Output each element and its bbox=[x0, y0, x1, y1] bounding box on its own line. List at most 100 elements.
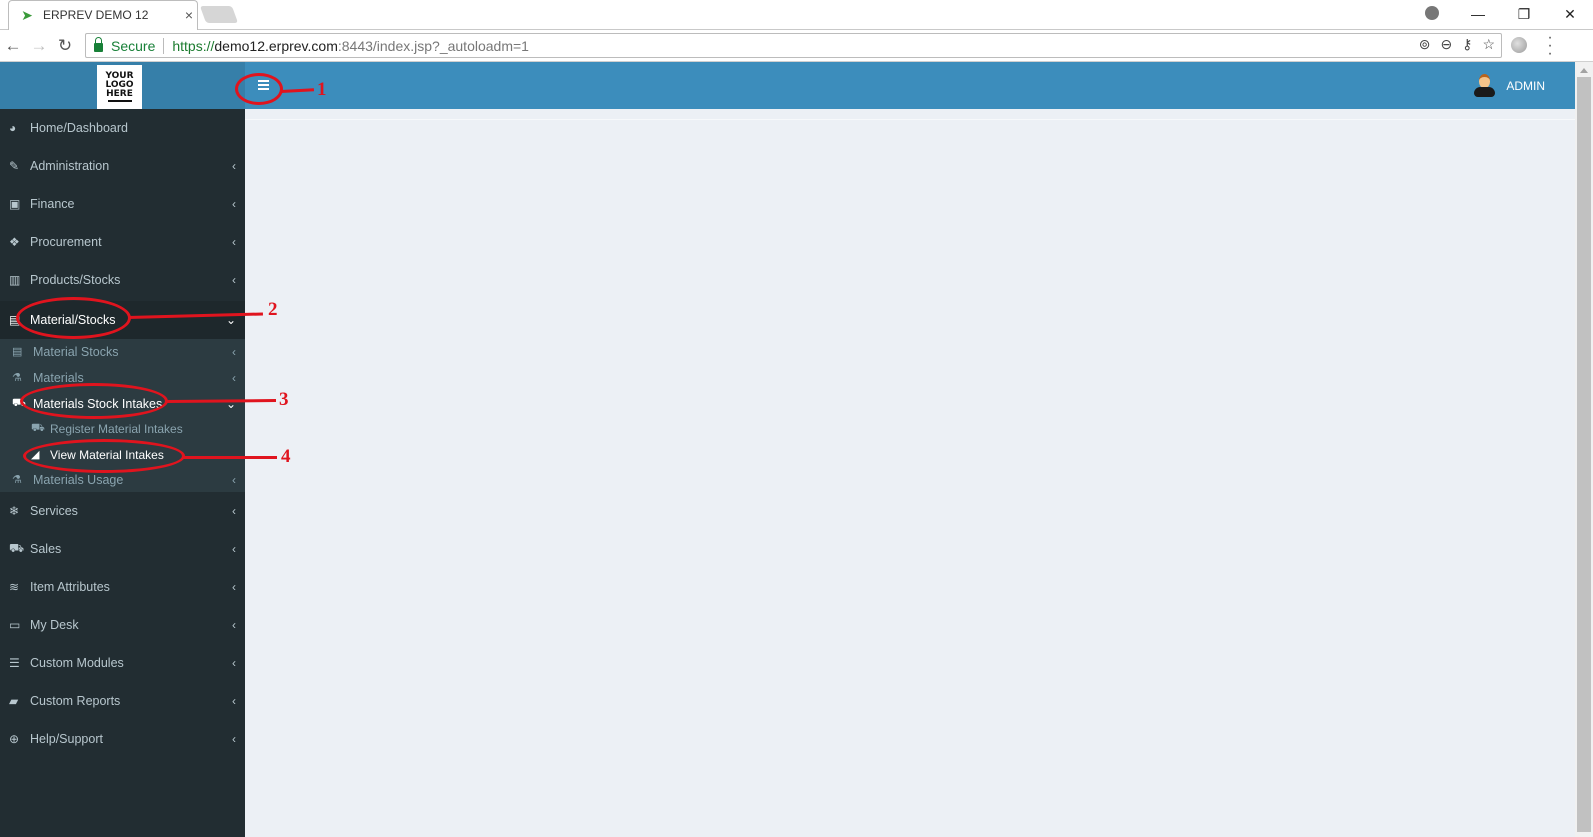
submenu-item-materials-usage[interactable]: ⚗ Materials Usage ‹ bbox=[0, 467, 245, 492]
chevron-left-icon: ‹ bbox=[232, 273, 236, 287]
new-tab-button[interactable] bbox=[199, 6, 239, 23]
chevron-left-icon: ‹ bbox=[232, 344, 236, 359]
logo-line: HERE bbox=[106, 89, 133, 99]
chevron-left-icon: ‹ bbox=[232, 580, 236, 594]
sidebar-item-label: Material/Stocks bbox=[30, 313, 116, 327]
erprev-bird-icon: ➤ bbox=[21, 7, 33, 23]
close-window-button[interactable]: ✕ bbox=[1547, 6, 1593, 23]
sidebar-item-label: Sales bbox=[30, 542, 62, 556]
sidebar-item-material-stocks[interactable]: ▤ Material/Stocks ⌄ bbox=[0, 301, 245, 339]
sidebar-item-home-dashboard[interactable]: ◕ Home/Dashboard bbox=[0, 109, 245, 147]
sidebar-item-products-stocks[interactable]: ▥ Products/Stocks ‹ bbox=[0, 261, 245, 299]
trash-bin-icon: ▤ bbox=[12, 346, 23, 358]
browser-nav-bar: ← → ↻ Secure https:// demo12.erprev.com … bbox=[0, 30, 1593, 62]
tab-close-icon[interactable]: × bbox=[181, 7, 197, 23]
submenu-item-materials[interactable]: ⚗ Materials ‹ bbox=[0, 365, 245, 390]
sidebar-item-custom-modules[interactable]: ☰ Custom Modules ‹ bbox=[0, 644, 245, 682]
profile-button[interactable] bbox=[1409, 5, 1455, 23]
url-scheme: https:// bbox=[172, 37, 215, 54]
submenu-item-label: Materials bbox=[33, 370, 84, 385]
star-icon[interactable]: ☆ bbox=[1482, 36, 1495, 53]
location-icon[interactable]: ⊚ bbox=[1419, 36, 1431, 53]
dashboard-icon: ◕ bbox=[9, 121, 17, 135]
user-avatar-icon bbox=[1474, 74, 1496, 98]
restore-button[interactable]: ❐ bbox=[1501, 6, 1547, 23]
area-chart-icon: ◢ bbox=[31, 449, 40, 461]
profile-icon bbox=[1425, 5, 1439, 20]
database-icon: ☰ bbox=[9, 656, 20, 670]
content-divider bbox=[245, 119, 1575, 120]
chevron-left-icon: ‹ bbox=[232, 472, 236, 487]
minimize-button[interactable]: — bbox=[1455, 6, 1501, 22]
submenu-item-materials-stock-intakes[interactable]: ⛟ Materials Stock Intakes ⌄ bbox=[0, 391, 245, 416]
user-menu[interactable]: ADMIN bbox=[1474, 74, 1545, 98]
money-icon: ▣ bbox=[9, 197, 21, 211]
sidebar-item-sales[interactable]: ⛟ Sales ‹ bbox=[0, 530, 245, 568]
sidebar-item-services[interactable]: ❄ Services ‹ bbox=[0, 492, 245, 530]
sidebar-item-label: Item Attributes bbox=[30, 580, 110, 594]
sidebar-toggle-button[interactable] bbox=[252, 74, 274, 96]
forward-button[interactable]: → bbox=[26, 36, 52, 56]
building-icon: ▥ bbox=[9, 273, 21, 287]
sidebar-item-my-desk[interactable]: ▭ My Desk ‹ bbox=[0, 606, 245, 644]
material-submenu: ▤ Material Stocks ‹ ⚗ Materials ‹ ⛟ Mate… bbox=[0, 339, 245, 492]
browser-menu-icon[interactable]: · · · bbox=[1545, 30, 1555, 62]
sidebar-item-finance[interactable]: ▣ Finance ‹ bbox=[0, 185, 245, 223]
chevron-left-icon: ‹ bbox=[232, 197, 236, 211]
chevron-left-icon: ‹ bbox=[232, 694, 236, 708]
scroll-up-icon[interactable] bbox=[1580, 68, 1588, 73]
submenu-item-label: View Material Intakes bbox=[50, 447, 164, 462]
zoom-out-icon[interactable]: ⊖ bbox=[1440, 36, 1452, 53]
snowflake-icon: ❄ bbox=[9, 504, 20, 518]
sidebar-item-procurement[interactable]: ❖ Procurement ‹ bbox=[0, 223, 245, 261]
cart-icon: ⛟ bbox=[9, 541, 25, 555]
logo-underline bbox=[107, 100, 132, 102]
extension-icon[interactable] bbox=[1511, 37, 1527, 53]
truck-icon: ⛟ bbox=[12, 396, 26, 409]
flask-icon: ⚗ bbox=[12, 372, 22, 384]
hamburger-icon bbox=[257, 80, 269, 82]
back-button[interactable]: ← bbox=[0, 36, 26, 56]
chevron-down-icon: ⌄ bbox=[225, 313, 236, 327]
sidebar-item-label: Services bbox=[30, 504, 78, 518]
address-bar[interactable]: Secure https:// demo12.erprev.com :8443/… bbox=[85, 33, 1502, 58]
sidebar-item-label: Custom Modules bbox=[30, 656, 124, 670]
browser-tab[interactable]: ➤ ERPREV DEMO 12 × bbox=[8, 0, 198, 30]
sidebar-item-label: Administration bbox=[30, 159, 110, 173]
sidebar-item-label: Procurement bbox=[30, 235, 102, 249]
chevron-left-icon: ‹ bbox=[232, 656, 236, 670]
page-scrollbar[interactable] bbox=[1575, 62, 1593, 837]
scrollbar-thumb[interactable] bbox=[1577, 77, 1591, 832]
truck-icon: ⛟ bbox=[31, 421, 45, 434]
reload-button[interactable]: ↻ bbox=[52, 36, 78, 56]
chevron-left-icon: ‹ bbox=[232, 159, 236, 173]
divider bbox=[163, 37, 165, 54]
key-icon[interactable]: ⚷ bbox=[1462, 36, 1472, 53]
flask-icon: ⚗ bbox=[12, 474, 22, 486]
chevron-down-icon: ⌄ bbox=[225, 396, 236, 411]
logo[interactable]: YOUR LOGO HERE bbox=[97, 65, 142, 109]
submenu-item-label: Register Material Intakes bbox=[50, 421, 183, 436]
sidebar-item-help-support[interactable]: ⊕ Help/Support ‹ bbox=[0, 720, 245, 758]
logo-area[interactable]: YOUR LOGO HERE bbox=[0, 62, 245, 109]
submenu-item-view-material-intakes[interactable]: ◢ View Material Intakes bbox=[0, 442, 245, 467]
avatar-body bbox=[1474, 87, 1496, 97]
app-root: YOUR LOGO HERE ADMIN ◕ Home/Dashboard ✎ … bbox=[0, 62, 1575, 837]
life-ring-icon: ⊕ bbox=[9, 732, 20, 746]
sidebar: ◕ Home/Dashboard ✎ Administration ‹ ▣ Fi… bbox=[0, 109, 245, 837]
url-path: :8443/index.jsp?_autoloadm=1 bbox=[337, 37, 529, 54]
chevron-left-icon: ‹ bbox=[232, 618, 236, 632]
sidebar-item-label: My Desk bbox=[30, 618, 79, 632]
submenu-item-material-stocks[interactable]: ▤ Material Stocks ‹ bbox=[0, 339, 245, 364]
sidebar-item-item-attributes[interactable]: ≋ Item Attributes ‹ bbox=[0, 568, 245, 606]
sidebar-item-label: Products/Stocks bbox=[30, 273, 121, 287]
submenu-item-label: Materials Usage bbox=[33, 472, 124, 487]
submenu-item-label: Materials Stock Intakes bbox=[33, 396, 163, 411]
submenu-item-register-material-intakes[interactable]: ⛟ Register Material Intakes bbox=[0, 416, 245, 441]
sidebar-item-administration[interactable]: ✎ Administration ‹ bbox=[0, 147, 245, 185]
tab-title: ERPREV DEMO 12 bbox=[43, 8, 149, 22]
sidebar-item-label: Home/Dashboard bbox=[30, 121, 128, 135]
sidebar-item-label: Finance bbox=[30, 197, 75, 211]
sidebar-item-custom-reports[interactable]: ▰ Custom Reports ‹ bbox=[0, 682, 245, 720]
lock-icon bbox=[94, 37, 103, 52]
